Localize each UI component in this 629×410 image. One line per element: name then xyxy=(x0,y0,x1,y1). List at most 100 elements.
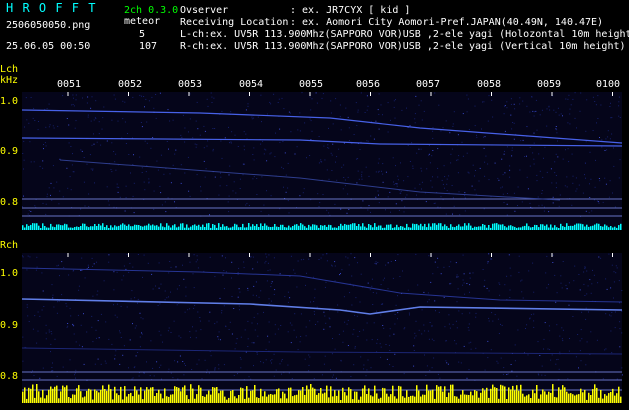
noise-pixel xyxy=(285,191,287,193)
noise-pixel xyxy=(291,378,293,379)
activity-bar xyxy=(384,388,386,403)
activity-bar xyxy=(464,223,466,230)
noise-pixel xyxy=(120,337,122,338)
noise-pixel xyxy=(266,160,268,162)
noise-pixel xyxy=(51,367,53,368)
noise-pixel xyxy=(488,290,490,292)
activity-bar xyxy=(280,398,282,403)
noise-pixel xyxy=(88,193,90,195)
noise-pixel xyxy=(426,168,428,170)
activity-bar xyxy=(340,223,342,230)
activity-bar xyxy=(422,394,424,403)
activity-bar xyxy=(392,385,394,403)
activity-bar xyxy=(28,387,30,403)
noise-pixel xyxy=(253,117,255,119)
noise-pixel xyxy=(382,181,384,183)
noise-pixel xyxy=(414,337,416,339)
noise-pixel xyxy=(497,362,499,364)
noise-pixel xyxy=(42,290,44,292)
activity-bar xyxy=(30,224,32,230)
noise-pixel xyxy=(304,358,306,360)
noise-pixel xyxy=(466,283,468,284)
activity-bar xyxy=(204,396,206,403)
activity-bar xyxy=(54,386,56,403)
noise-pixel xyxy=(116,186,118,188)
noise-pixel xyxy=(455,320,457,322)
noise-pixel xyxy=(444,187,445,189)
noise-pixel xyxy=(455,262,457,264)
noise-pixel xyxy=(113,151,115,152)
activity-bar xyxy=(130,226,132,230)
noise-pixel xyxy=(504,284,506,286)
noise-pixel xyxy=(375,120,377,122)
noise-pixel xyxy=(38,121,39,122)
noise-pixel xyxy=(569,113,571,115)
noise-pixel xyxy=(509,289,511,291)
noise-pixel xyxy=(185,295,187,297)
activity-bar xyxy=(620,223,622,230)
activity-bar xyxy=(188,399,190,403)
noise-pixel xyxy=(568,94,570,96)
noise-pixel xyxy=(356,158,358,160)
noise-pixel xyxy=(468,129,470,130)
noise-pixel xyxy=(488,95,490,97)
noise-pixel xyxy=(266,113,268,115)
activity-bar xyxy=(60,225,62,230)
noise-pixel xyxy=(526,105,528,107)
noise-pixel xyxy=(438,311,440,313)
noise-pixel xyxy=(587,285,589,287)
noise-pixel xyxy=(251,322,253,324)
noise-pixel xyxy=(152,137,154,138)
noise-pixel xyxy=(93,263,95,265)
activity-bar xyxy=(544,391,546,403)
activity-bar xyxy=(586,224,588,230)
noise-pixel xyxy=(544,206,545,208)
activity-bar xyxy=(204,227,206,230)
noise-pixel xyxy=(164,201,166,203)
noise-pixel xyxy=(360,273,362,275)
noise-pixel xyxy=(351,275,353,277)
noise-pixel xyxy=(590,292,592,294)
noise-pixel xyxy=(183,374,185,376)
activity-bar xyxy=(368,388,370,403)
noise-pixel xyxy=(544,322,546,324)
noise-pixel xyxy=(363,364,365,366)
activity-bar xyxy=(522,226,524,230)
activity-bar xyxy=(116,226,118,230)
noise-pixel xyxy=(160,334,162,336)
activity-bar xyxy=(234,396,236,403)
noise-pixel xyxy=(69,307,71,309)
noise-pixel xyxy=(271,281,273,283)
noise-pixel xyxy=(526,126,528,128)
noise-pixel xyxy=(62,196,64,198)
activity-bar xyxy=(174,224,176,230)
noise-pixel xyxy=(483,147,485,149)
noise-pixel xyxy=(378,113,380,115)
noise-pixel xyxy=(334,280,336,282)
activity-bar xyxy=(374,223,376,230)
noise-pixel xyxy=(462,113,464,115)
noise-pixel xyxy=(306,157,307,159)
noise-pixel xyxy=(266,256,268,258)
noise-pixel xyxy=(283,108,285,110)
noise-pixel xyxy=(483,285,485,287)
activity-bar xyxy=(610,226,612,230)
noise-pixel xyxy=(156,361,158,363)
noise-pixel xyxy=(433,357,435,359)
activity-bar xyxy=(182,223,184,230)
activity-bar xyxy=(480,392,482,403)
activity-bar xyxy=(144,225,146,230)
noise-pixel xyxy=(264,262,266,264)
noise-pixel xyxy=(607,136,609,138)
noise-pixel xyxy=(196,255,198,257)
noise-pixel xyxy=(403,180,405,182)
noise-pixel xyxy=(546,171,548,173)
activity-bar xyxy=(540,394,542,403)
noise-pixel xyxy=(212,148,214,150)
noise-pixel xyxy=(513,122,515,124)
noise-pixel xyxy=(219,297,221,299)
activity-bar xyxy=(374,385,376,403)
noise-pixel xyxy=(323,311,325,313)
noise-pixel xyxy=(491,312,493,314)
activity-bar xyxy=(424,394,426,403)
